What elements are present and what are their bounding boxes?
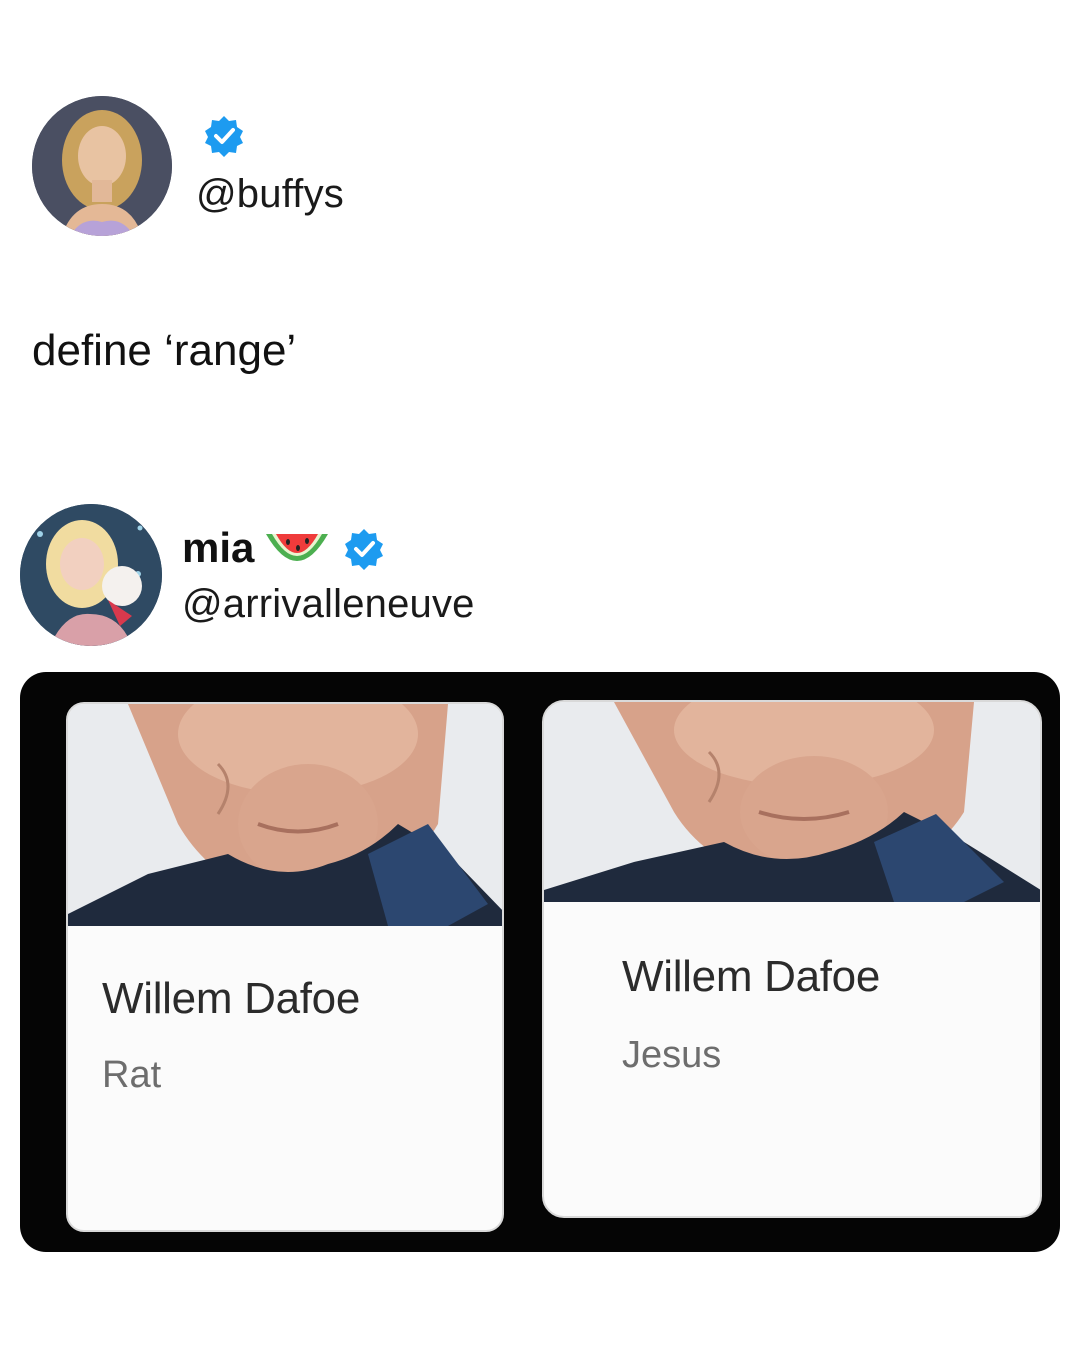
portrait-photo xyxy=(68,704,502,926)
portrait-photo xyxy=(544,702,1040,902)
avatar-arrivalleneuve[interactable] xyxy=(20,504,162,646)
result-card[interactable]: Willem Dafoe Jesus xyxy=(542,700,1042,1218)
card-title: Willem Dafoe xyxy=(622,952,881,1001)
avatar-buffys[interactable] xyxy=(32,96,172,236)
user-handle[interactable]: @buffys xyxy=(196,172,344,217)
tweet-text: define ‘range’ xyxy=(32,326,297,375)
result-card[interactable]: Willem Dafoe Rat xyxy=(66,702,504,1232)
verified-badge-icon xyxy=(202,114,246,158)
tweet-media[interactable]: Willem Dafoe Rat Willem Dafoe Jesus xyxy=(20,672,1060,1252)
verified-badge-icon xyxy=(342,527,386,571)
card-subtitle: Rat xyxy=(102,1054,162,1096)
user-handle[interactable]: @arrivalleneuve xyxy=(182,582,475,627)
media-divider xyxy=(528,672,542,1252)
watermelon-icon xyxy=(262,524,332,574)
card-title: Willem Dafoe xyxy=(102,974,361,1023)
display-name[interactable]: mia xyxy=(182,524,254,572)
card-subtitle: Jesus xyxy=(622,1034,722,1076)
